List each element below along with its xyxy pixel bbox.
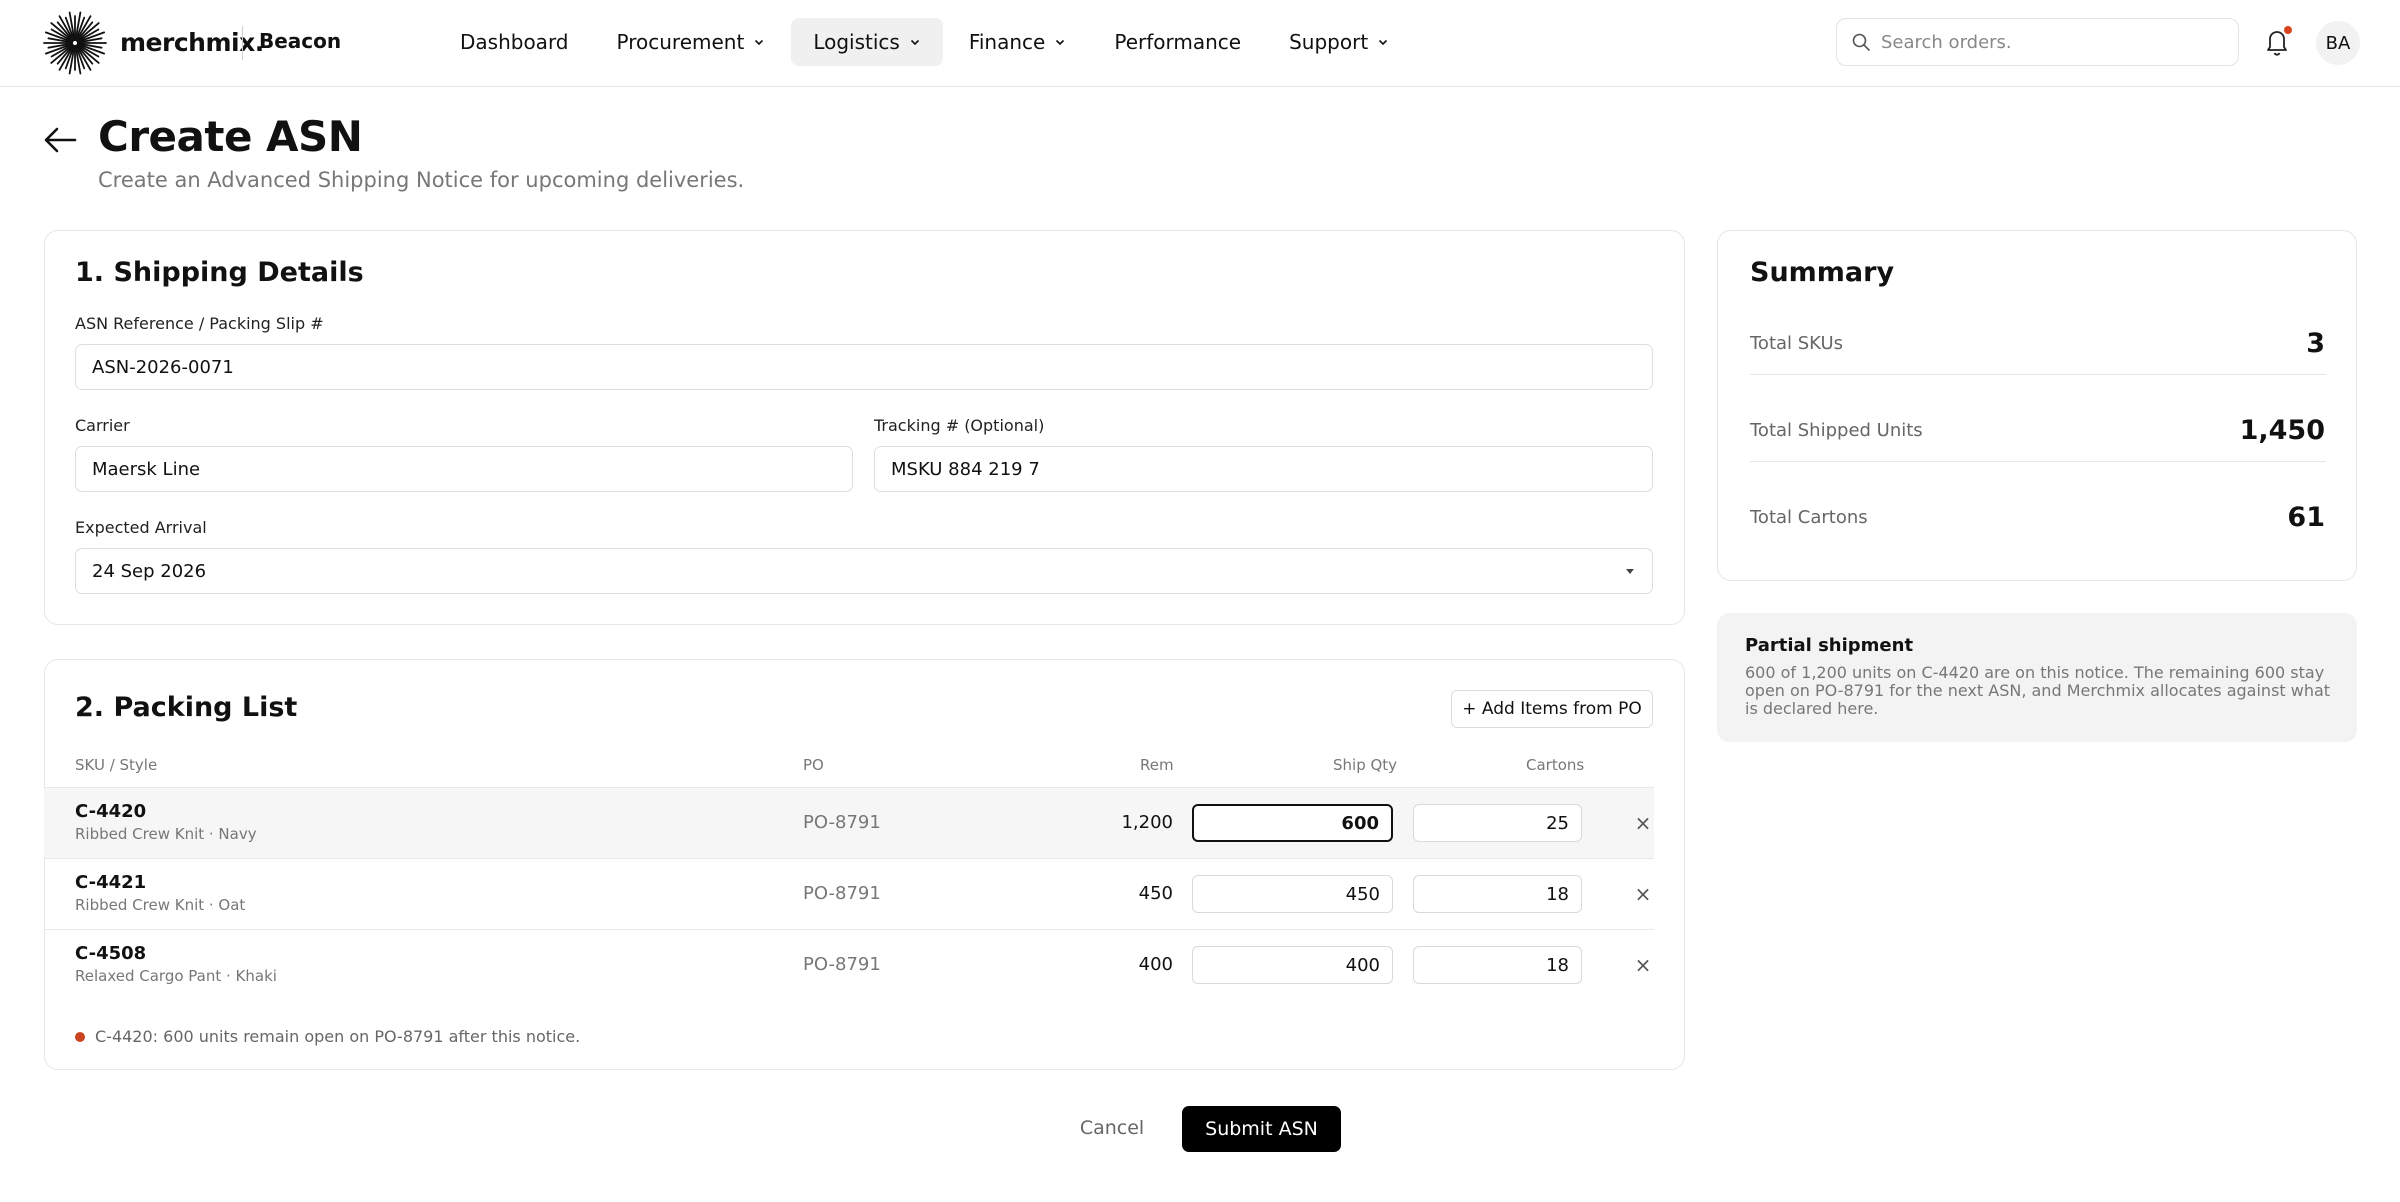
nav-label: Logistics [813, 30, 900, 54]
sku-description: Ribbed Crew Knit · Navy [75, 825, 257, 843]
chevron-down-icon [1056, 39, 1065, 46]
main-nav: Dashboard Procurement Logistics Finance … [438, 18, 1415, 66]
ship-qty-field[interactable] [1192, 946, 1393, 984]
remove-row-button[interactable]: × [1632, 883, 1654, 905]
ship-qty-input[interactable] [1201, 947, 1380, 983]
total-cartons-value: 61 [2287, 502, 2325, 533]
alert-dot [75, 1032, 85, 1042]
summary-divider [1750, 374, 2326, 375]
info-title: Partial shipment [1745, 635, 1914, 656]
search-icon [1852, 33, 1870, 51]
total-skus-value: 3 [2306, 328, 2325, 359]
asn-reference-label: ASN Reference / Packing Slip # [75, 314, 324, 333]
carrier-field[interactable] [75, 446, 853, 492]
nav-procurement[interactable]: Procurement [595, 18, 788, 66]
chevron-down-icon [1379, 39, 1388, 46]
remove-row-button[interactable]: × [1632, 812, 1654, 834]
remaining-qty: 400 [1138, 954, 1173, 975]
cartons-field[interactable] [1413, 875, 1582, 913]
column-header-rem: Rem [1140, 756, 1174, 774]
cartons-field[interactable] [1413, 946, 1582, 984]
nav-finance[interactable]: Finance [947, 18, 1089, 66]
cartons-field[interactable] [1413, 804, 1582, 842]
sku-code: C-4508 [75, 943, 147, 964]
cancel-button[interactable]: Cancel [1060, 1105, 1164, 1151]
expected-arrival-input[interactable] [92, 549, 1628, 593]
top-navigation-bar: merchmix. Beacon Dashboard Procurement L… [0, 0, 2400, 87]
page-title: Create ASN [98, 112, 363, 161]
column-header-po: PO [803, 756, 824, 774]
partial-shipment-info-box: Partial shipment 600 of 1,200 units on C… [1717, 613, 2357, 742]
notification-badge [2284, 26, 2292, 34]
chevron-down-icon [755, 39, 764, 46]
avatar[interactable]: BA [2316, 21, 2360, 65]
nav-label: Performance [1114, 30, 1242, 54]
sku-code: C-4421 [75, 872, 147, 893]
submit-asn-button[interactable]: Submit ASN [1182, 1106, 1341, 1152]
chevron-down-icon [910, 39, 919, 46]
search-box[interactable] [1836, 18, 2239, 66]
add-items-from-po-button[interactable]: + Add Items from PO [1451, 690, 1653, 728]
tracking-label: Tracking # (Optional) [874, 416, 1045, 435]
ship-qty-field[interactable] [1192, 875, 1393, 913]
cartons-input[interactable] [1422, 947, 1569, 983]
nav-logistics[interactable]: Logistics [791, 18, 943, 66]
ship-qty-input[interactable] [1201, 876, 1380, 912]
partial-shipment-note: C-4420: 600 units remain open on PO-8791… [95, 1027, 581, 1046]
nav-dashboard[interactable]: Dashboard [438, 18, 591, 66]
table-row: C-4421 Ribbed Crew Knit · Oat PO-8791 45… [44, 858, 1654, 929]
ship-qty-field[interactable] [1192, 804, 1393, 842]
back-arrow-icon[interactable] [42, 124, 78, 156]
cartons-input[interactable] [1422, 805, 1569, 841]
sku-description: Ribbed Crew Knit · Oat [75, 896, 246, 914]
asn-reference-input[interactable] [92, 345, 1628, 389]
remove-row-button[interactable]: × [1632, 954, 1654, 976]
search-input[interactable] [1881, 28, 2221, 56]
column-header-ship-qty: Ship Qty [1333, 756, 1398, 774]
sku-description: Relaxed Cargo Pant · Khaki [75, 967, 277, 985]
total-shipped-units-value: 1,450 [2239, 415, 2325, 446]
total-cartons-label: Total Cartons [1750, 507, 1868, 528]
carrier-input[interactable] [92, 447, 828, 491]
expected-arrival-label: Expected Arrival [75, 518, 207, 537]
product-name: Beacon [259, 29, 342, 53]
cartons-input[interactable] [1422, 876, 1569, 912]
sunburst-logo-icon[interactable] [42, 10, 108, 76]
nav-label: Procurement [616, 30, 745, 54]
sku-code: C-4420 [75, 801, 147, 822]
remaining-qty: 1,200 [1121, 812, 1173, 833]
info-body: 600 of 1,200 units on C-4420 are on this… [1745, 663, 2331, 718]
tracking-input[interactable] [891, 447, 1628, 491]
po-number: PO-8791 [803, 812, 881, 833]
summary-divider [1750, 461, 2326, 462]
total-skus-label: Total SKUs [1750, 333, 1844, 354]
asn-reference-field[interactable] [75, 344, 1653, 390]
po-number: PO-8791 [803, 954, 881, 975]
nav-support[interactable]: Support [1267, 18, 1411, 66]
page-subtitle: Create an Advanced Shipping Notice for u… [98, 168, 745, 192]
shipping-details-title: 1. Shipping Details [75, 257, 364, 288]
dropdown-caret-icon [1626, 569, 1634, 574]
nav-label: Support [1289, 30, 1369, 54]
table-row: C-4508 Relaxed Cargo Pant · Khaki PO-879… [44, 929, 1654, 1000]
nav-label: Dashboard [460, 30, 569, 54]
ship-qty-input[interactable] [1202, 806, 1379, 840]
carrier-label: Carrier [75, 416, 130, 435]
po-number: PO-8791 [803, 883, 881, 904]
total-shipped-units-label: Total Shipped Units [1750, 420, 1923, 441]
packing-list-title: 2. Packing List [75, 692, 298, 723]
nav-performance[interactable]: Performance [1092, 18, 1263, 66]
tracking-field[interactable] [874, 446, 1653, 492]
column-header-cartons: Cartons [1526, 756, 1585, 774]
remaining-qty: 450 [1138, 883, 1173, 904]
brand-divider [242, 26, 243, 60]
expected-arrival-select[interactable] [75, 548, 1653, 594]
table-row: C-4420 Ribbed Crew Knit · Navy PO-8791 1… [44, 787, 1654, 858]
summary-title: Summary [1750, 257, 1895, 288]
column-header-sku: SKU / Style [75, 756, 158, 774]
nav-label: Finance [968, 30, 1046, 54]
